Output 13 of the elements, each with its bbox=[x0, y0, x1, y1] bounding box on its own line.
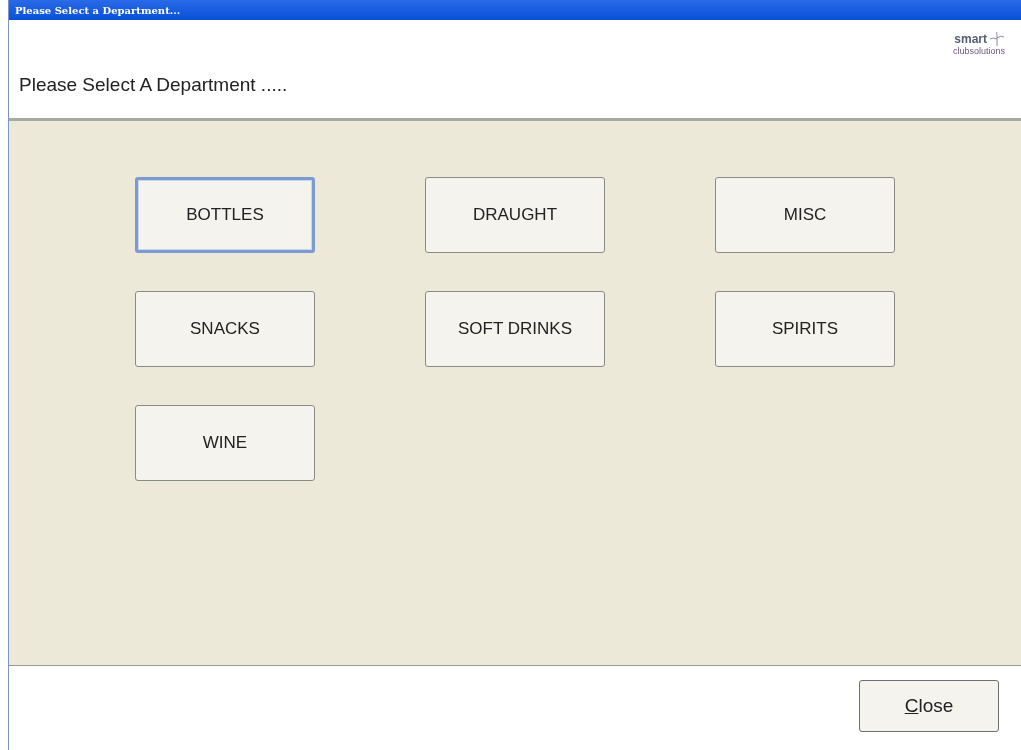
logo-tagline: clubsolutions bbox=[952, 46, 1005, 56]
department-button[interactable]: BOTTLES bbox=[135, 177, 315, 253]
logo-name: smart bbox=[954, 32, 987, 46]
department-button[interactable]: SOFT DRINKS bbox=[425, 291, 605, 367]
heading: Please Select A Department ..... bbox=[19, 74, 288, 96]
department-button[interactable]: DRAUGHT bbox=[425, 177, 605, 253]
department-button[interactable]: SPIRITS bbox=[715, 291, 895, 367]
window-title: Please Select a Department... bbox=[15, 4, 181, 16]
department-button[interactable]: SNACKS bbox=[135, 291, 315, 367]
sprout-icon bbox=[989, 32, 1005, 46]
department-button[interactable]: WINE bbox=[135, 405, 315, 481]
close-button[interactable]: Close bbox=[859, 680, 999, 732]
department-button[interactable]: MISC bbox=[715, 177, 895, 253]
